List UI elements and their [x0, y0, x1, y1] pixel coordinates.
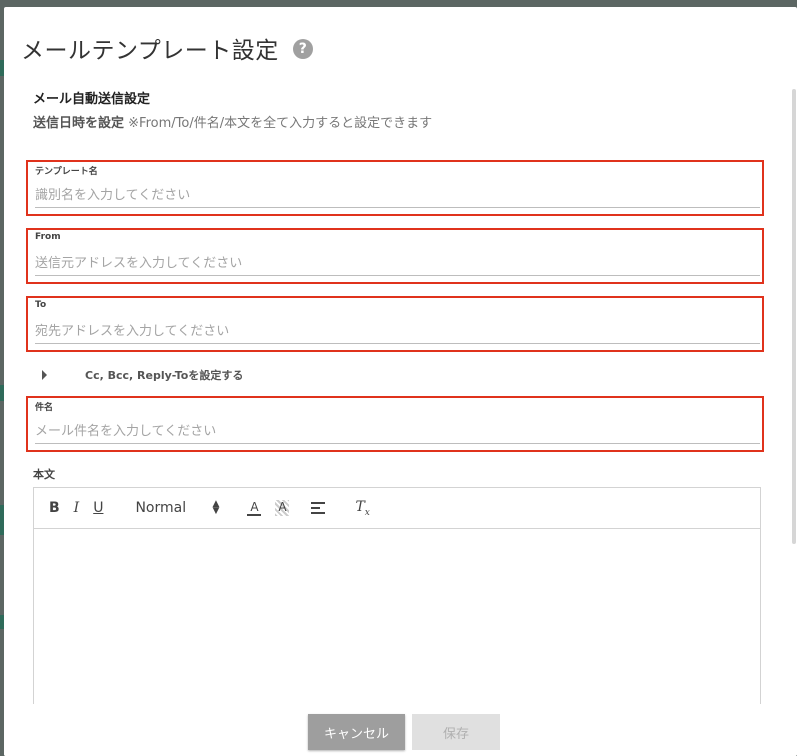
to-label: To	[35, 300, 47, 310]
header-format-select[interactable]: Normal ▲ ▼	[135, 499, 220, 517]
underline-button[interactable]: U	[93, 500, 103, 516]
schedule-note: ※From/To/件名/本文を全て入力すると設定できます	[128, 116, 433, 131]
mail-template-dialog: メールテンプレート設定 ? メール自動送信設定 送信日時を設定 ※From/To…	[4, 7, 797, 756]
bold-button[interactable]: B	[49, 500, 60, 516]
save-button[interactable]: 保存	[412, 714, 500, 750]
from-field: From	[26, 228, 764, 284]
auto-send-section-title: メール自動送信設定	[33, 92, 151, 107]
cc-bcc-toggle[interactable]: Cc, Bcc, Reply-Toを設定する	[42, 367, 243, 383]
cc-bcc-toggle-label: Cc, Bcc, Reply-Toを設定する	[85, 369, 244, 382]
dialog-footer: キャンセル 保存	[4, 704, 797, 756]
schedule-row: 送信日時を設定 ※From/To/件名/本文を全て入力すると設定できます	[33, 112, 432, 131]
template-name-input[interactable]	[35, 180, 760, 208]
cancel-button[interactable]: キャンセル	[308, 714, 405, 750]
header-format-value: Normal	[135, 500, 187, 516]
clear-format-icon[interactable]: Tx	[355, 499, 369, 518]
caret-right-icon	[42, 370, 47, 380]
subject-label: 件名	[35, 403, 54, 413]
question-circle-icon[interactable]: ?	[292, 39, 313, 59]
template-name-label: テンプレート名	[35, 167, 98, 177]
editor-content-area[interactable]	[34, 529, 760, 704]
rich-text-editor: B I U Normal ▲ ▼ A A Tx	[33, 487, 761, 704]
updown-arrows-icon: ▲ ▼	[212, 499, 220, 516]
editor-toolbar: B I U Normal ▲ ▼ A A Tx	[34, 488, 760, 529]
subject-field: 件名	[26, 396, 764, 452]
from-input[interactable]	[35, 248, 760, 276]
scrollbar[interactable]	[792, 89, 796, 544]
template-name-field: テンプレート名	[26, 160, 764, 216]
from-label: From	[35, 232, 61, 242]
body-label: 本文	[33, 468, 55, 481]
schedule-settings-link[interactable]: 送信日時を設定	[33, 116, 124, 131]
dialog-title: メールテンプレート設定	[21, 38, 279, 64]
background-color-icon[interactable]: A	[275, 500, 290, 516]
dialog-header: メールテンプレート設定 ?	[21, 31, 313, 65]
subject-input[interactable]	[35, 416, 760, 444]
to-input[interactable]	[35, 316, 760, 344]
align-icon[interactable]	[311, 502, 326, 514]
italic-button[interactable]: I	[74, 500, 80, 516]
to-field: To	[26, 296, 764, 352]
dialog-scroll-content[interactable]: メール自動送信設定 送信日時を設定 ※From/To/件名/本文を全て入力すると…	[4, 79, 791, 704]
text-color-icon[interactable]: A	[247, 500, 262, 516]
